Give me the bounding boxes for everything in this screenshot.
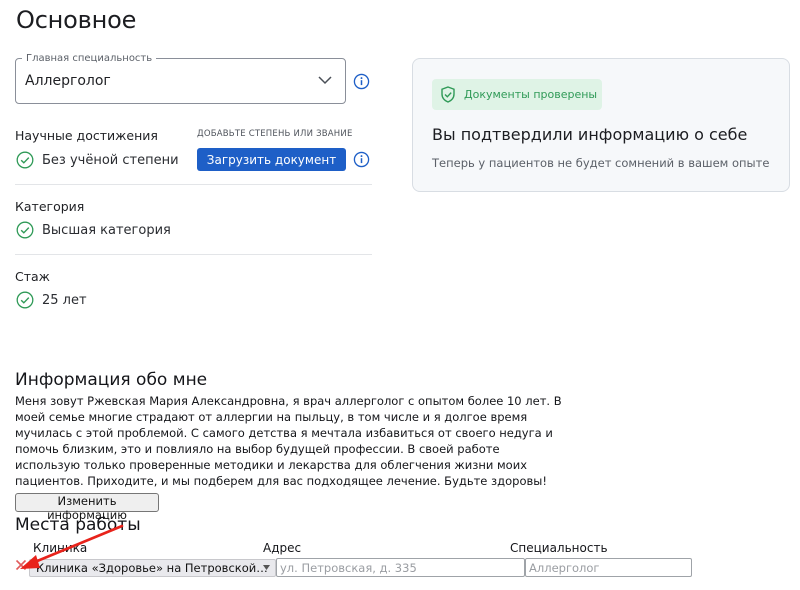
category-label: Категория	[15, 199, 85, 214]
category-value: Высшая категория	[42, 222, 171, 238]
achievements-value: Без учёной степени	[42, 152, 179, 168]
achievements-label: Научные достижения	[15, 128, 158, 143]
shield-check-icon	[441, 86, 455, 103]
verification-badge-text: Документы проверены	[464, 88, 598, 101]
info-icon[interactable]	[353, 151, 370, 168]
annotation-arrow	[20, 524, 124, 569]
divider	[15, 254, 372, 255]
experience-label: Стаж	[15, 269, 50, 284]
add-degree-hint: ДОБАВЬТЕ СТЕПЕНЬ ИЛИ ЗВАНИЕ	[197, 129, 353, 139]
achievements-status: Без учёной степени	[16, 151, 179, 169]
check-circle-icon	[16, 221, 34, 239]
about-title: Информация обо мне	[15, 370, 208, 390]
specialty-select-value[interactable]: Аллерголог	[25, 73, 111, 89]
info-icon[interactable]	[353, 73, 370, 90]
verification-subtitle: Теперь у пациентов не будет сомнений в в…	[432, 156, 770, 170]
experience-status: 25 лет	[16, 291, 87, 309]
column-header-specialty: Специальность	[510, 541, 608, 555]
about-text: Меня зовут Ржевская Мария Александровна,…	[15, 394, 562, 488]
column-header-address: Адрес	[263, 541, 302, 555]
divider	[15, 184, 372, 185]
check-circle-icon	[16, 291, 34, 309]
page-title: Основное	[16, 6, 137, 34]
category-status: Высшая категория	[16, 221, 171, 239]
specialty-select-label: Главная специальность	[22, 53, 157, 64]
chevron-down-icon[interactable]	[317, 74, 333, 86]
experience-value: 25 лет	[42, 292, 87, 308]
check-circle-icon	[16, 151, 34, 169]
address-field[interactable]	[276, 558, 525, 577]
upload-document-button[interactable]: Загрузить документ	[197, 148, 346, 171]
specialty-field[interactable]	[525, 558, 692, 577]
dropdown-arrow-icon[interactable]	[263, 565, 270, 570]
verification-title: Вы подтвердили информацию о себе	[432, 125, 748, 144]
edit-info-button[interactable]: Изменить информацию	[15, 493, 159, 522]
